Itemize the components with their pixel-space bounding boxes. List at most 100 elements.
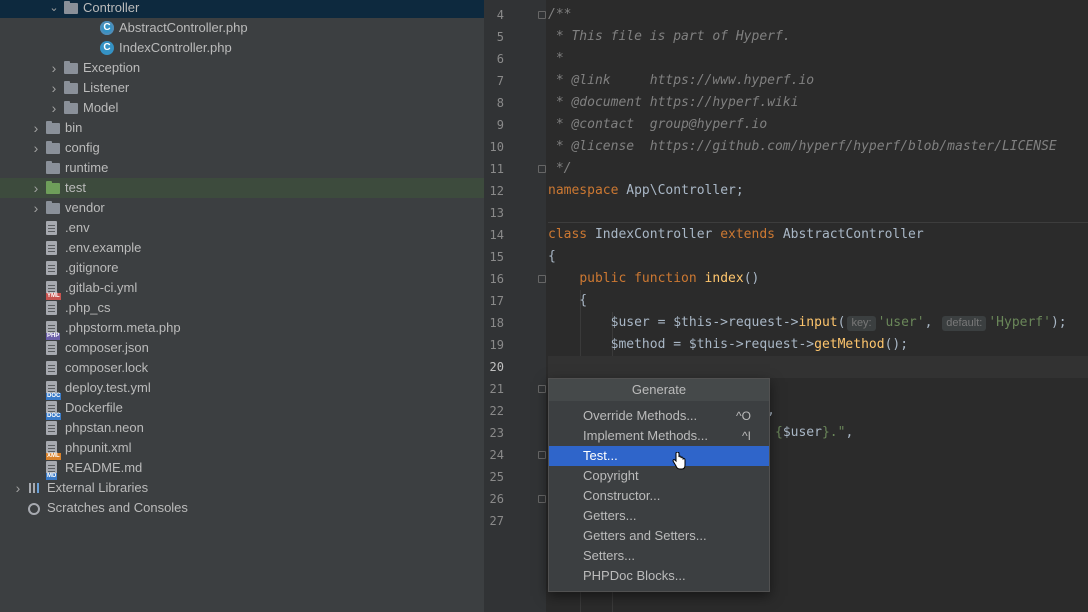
generate-menu-item[interactable]: Getters and Setters... xyxy=(549,526,769,546)
code-line[interactable]: * @license https://github.com/hyperf/hyp… xyxy=(548,136,1088,158)
folder-icon xyxy=(64,1,78,14)
tree-item[interactable]: phpstan.neon xyxy=(0,418,484,438)
tree-item[interactable]: MD README.md xyxy=(0,458,484,480)
menu-item-shortcut: ^O xyxy=(736,409,751,423)
generate-menu-item[interactable]: Override Methods... ^O xyxy=(549,406,769,426)
code-line[interactable]: public function index() xyxy=(548,268,1088,290)
tree-item-label: runtime xyxy=(65,160,109,175)
chevron-right-icon[interactable]: › xyxy=(12,478,24,498)
chevron-down-icon[interactable]: ⌄ xyxy=(48,0,60,18)
folder-icon xyxy=(46,161,60,174)
file-icon xyxy=(46,241,57,255)
fold-marker-icon[interactable] xyxy=(538,275,546,283)
tree-item[interactable]: Scratches and Consoles xyxy=(0,498,484,518)
tree-item-label: deploy.test.yml xyxy=(65,380,151,395)
file-icon xyxy=(46,221,57,235)
file-icon: DOC xyxy=(46,381,62,400)
fold-marker-icon[interactable] xyxy=(538,451,546,459)
tree-item[interactable]: PHP .phpstorm.meta.php xyxy=(0,318,484,340)
tree-item[interactable]: .gitignore xyxy=(0,258,484,278)
tree-item-label: phpunit.xml xyxy=(65,440,132,455)
code-line[interactable]: class IndexController extends AbstractCo… xyxy=(548,224,1088,246)
generate-menu-item[interactable]: Implement Methods... ^I xyxy=(549,426,769,446)
tree-item[interactable]: runtime xyxy=(0,158,484,178)
tree-item-label: bin xyxy=(65,120,83,135)
file-icon xyxy=(46,421,57,435)
code-line[interactable]: * xyxy=(548,48,1088,70)
menu-item-label: Constructor... xyxy=(583,488,661,503)
code-line[interactable]: { xyxy=(548,246,1088,268)
tree-item[interactable]: .env xyxy=(0,218,484,238)
fold-marker-icon[interactable] xyxy=(538,165,546,173)
chevron-right-icon[interactable]: › xyxy=(30,198,42,218)
line-number: 23 xyxy=(489,426,504,440)
tree-item[interactable]: › config xyxy=(0,138,484,158)
tree-item[interactable]: › Exception xyxy=(0,58,484,78)
chevron-right-icon[interactable]: › xyxy=(48,78,60,98)
tree-item[interactable]: › test xyxy=(0,178,484,198)
code-line[interactable]: { xyxy=(548,290,1088,312)
generate-menu-item[interactable]: Copyright xyxy=(549,466,769,486)
menu-item-shortcut: ^I xyxy=(742,429,751,443)
project-tree[interactable]: ⌄ Controller AbstractController.php IndexCo… xyxy=(0,0,484,612)
fold-marker-icon[interactable] xyxy=(538,11,546,19)
tree-item[interactable]: AbstractController.php xyxy=(0,18,484,38)
file-icon xyxy=(46,301,57,315)
tree-item[interactable]: .env.example xyxy=(0,238,484,258)
generate-menu-item[interactable]: Test... xyxy=(549,446,769,466)
chevron-right-icon[interactable]: › xyxy=(30,138,42,158)
tree-item[interactable]: IndexController.php xyxy=(0,38,484,58)
code-line[interactable] xyxy=(548,356,1088,378)
folder-icon xyxy=(64,61,78,74)
tree-item-label: Exception xyxy=(83,60,141,75)
tree-item[interactable]: .php_cs xyxy=(0,298,484,318)
code-line[interactable]: */ xyxy=(548,158,1088,180)
chevron-right-icon[interactable]: › xyxy=(30,118,42,138)
code-line[interactable]: $method = $this->request->getMethod(); xyxy=(548,334,1088,356)
code-line[interactable]: /** xyxy=(548,4,1088,26)
fold-marker-icon[interactable] xyxy=(538,495,546,503)
line-number: 14 xyxy=(489,228,504,242)
line-number: 27 xyxy=(489,514,504,528)
tree-item-label: README.md xyxy=(65,460,143,475)
tree-item[interactable]: DOC Dockerfile xyxy=(0,398,484,420)
code-line[interactable]: $user = $this->request->input(key:'user'… xyxy=(548,312,1088,334)
generate-menu-item[interactable]: Setters... xyxy=(549,546,769,566)
folder-icon xyxy=(46,141,60,154)
line-number: 25 xyxy=(489,470,504,484)
tree-item[interactable]: YML .gitlab-ci.yml xyxy=(0,278,484,300)
tree-item[interactable]: › Model xyxy=(0,98,484,118)
fold-marker-icon[interactable] xyxy=(538,385,546,393)
tree-item-label: .env.example xyxy=(65,240,142,255)
libraries-icon xyxy=(28,481,42,495)
tree-item[interactable]: › vendor xyxy=(0,198,484,218)
code-line[interactable]: * @document https://hyperf.wiki xyxy=(548,92,1088,114)
php-abstract-class-icon xyxy=(100,18,114,38)
tree-item[interactable]: XML phpunit.xml xyxy=(0,438,484,460)
tree-item[interactable]: › bin xyxy=(0,118,484,138)
tree-item[interactable]: ⌄ Controller xyxy=(0,0,484,18)
generate-menu-item[interactable]: Constructor... xyxy=(549,486,769,506)
chevron-right-icon[interactable]: › xyxy=(48,58,60,78)
tree-item[interactable]: › Listener xyxy=(0,78,484,98)
chevron-right-icon[interactable]: › xyxy=(30,178,42,198)
code-line[interactable]: * @contact group@hyperf.io xyxy=(548,114,1088,136)
tree-item[interactable]: › External Libraries xyxy=(0,478,484,498)
line-number: 26 xyxy=(489,492,504,506)
code-line[interactable] xyxy=(548,202,1088,224)
code-line[interactable]: * This file is part of Hyperf. xyxy=(548,26,1088,48)
folder-icon xyxy=(46,201,60,214)
file-icon: PHP xyxy=(46,321,61,340)
generate-menu-item[interactable]: PHPDoc Blocks... xyxy=(549,566,769,586)
tree-item-label: Controller xyxy=(83,0,140,15)
generate-menu-item[interactable]: Getters... xyxy=(549,506,769,526)
code-line[interactable]: namespace App\Controller; xyxy=(548,180,1088,202)
chevron-right-icon[interactable]: › xyxy=(48,98,60,118)
tree-item[interactable]: composer.lock xyxy=(0,358,484,378)
tree-item-label: test xyxy=(65,180,86,195)
menu-item-label: Copyright xyxy=(583,468,639,483)
tree-item[interactable]: DOC deploy.test.yml xyxy=(0,378,484,400)
tree-item-label: .php_cs xyxy=(65,300,111,315)
code-line[interactable]: * @link https://www.hyperf.io xyxy=(548,70,1088,92)
tree-item[interactable]: composer.json xyxy=(0,338,484,358)
